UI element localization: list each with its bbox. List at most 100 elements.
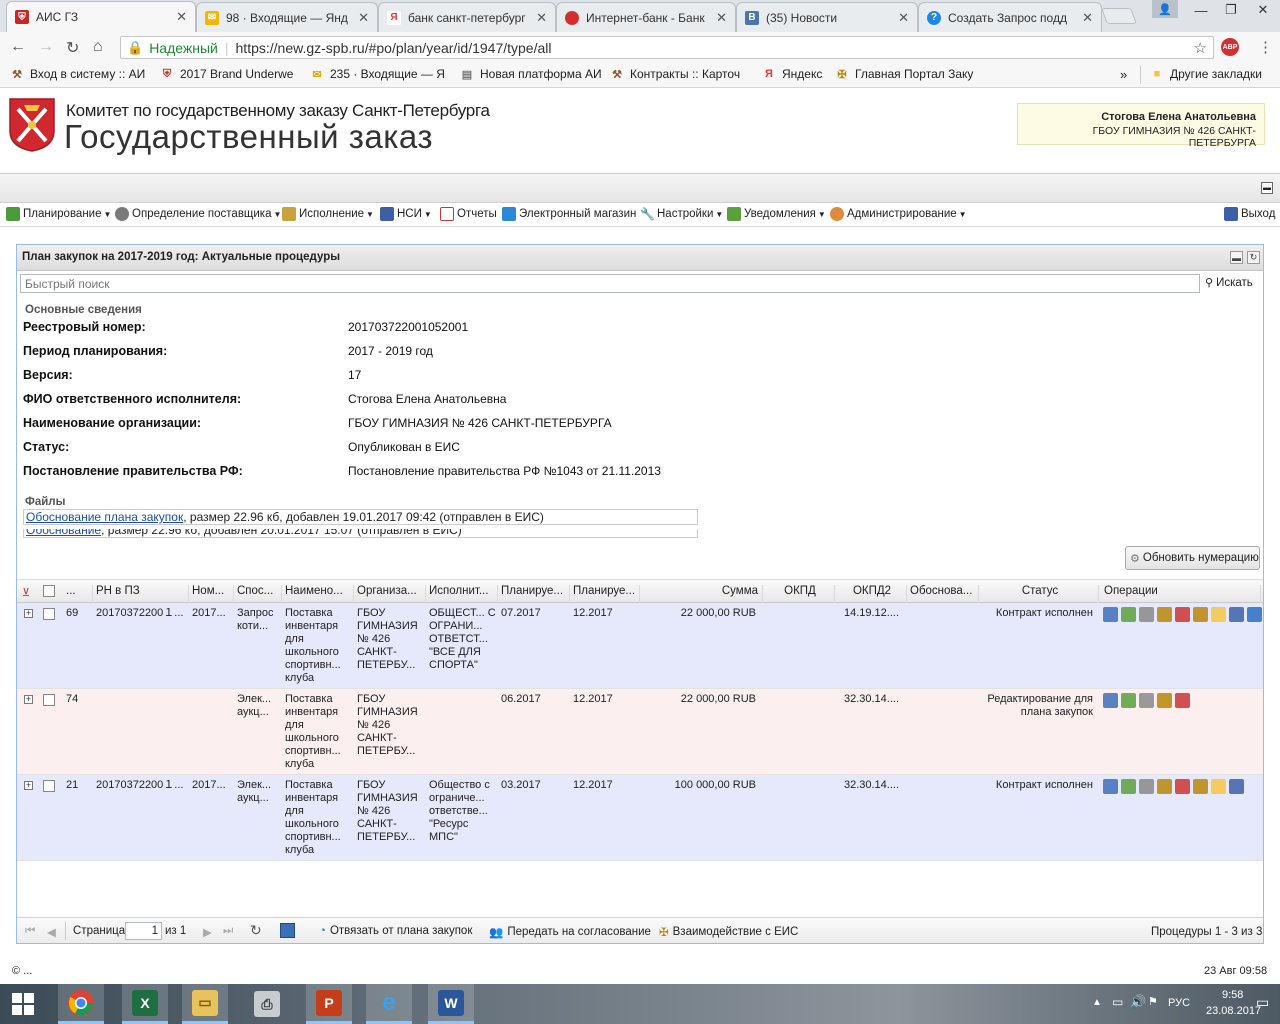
emblem-icon[interactable] xyxy=(1157,693,1172,708)
file-link[interactable]: Обоснование плана закупок xyxy=(26,510,183,524)
clock-date[interactable]: 23.08.2017 xyxy=(1206,1005,1261,1017)
taskbar-printer[interactable]: ⎙ xyxy=(244,984,290,1024)
emblem-icon[interactable] xyxy=(1157,607,1172,622)
select-all-checkbox[interactable] xyxy=(43,585,55,597)
menu-notifications[interactable]: Уведомления ▼ xyxy=(727,207,826,221)
menu-execution[interactable]: Исполнение ▼ xyxy=(282,207,374,221)
col-header[interactable]: Организа... xyxy=(354,585,426,603)
chart-icon[interactable] xyxy=(1103,779,1118,794)
expand-row-icon[interactable]: + xyxy=(24,781,33,790)
taskbar-ie[interactable]: e xyxy=(366,984,412,1024)
books-icon[interactable] xyxy=(1229,779,1244,794)
start-button[interactable] xyxy=(0,984,46,1024)
col-header[interactable]: Сумма xyxy=(640,585,763,603)
prev-page-icon[interactable]: ◀ xyxy=(47,925,56,939)
menu-planning[interactable]: Планирование ▼ xyxy=(6,207,111,221)
refresh-icon[interactable]: ↻ xyxy=(250,922,262,939)
tray-expand-icon[interactable]: ▲ xyxy=(1092,997,1102,1008)
close-tab-icon[interactable]: ✕ xyxy=(176,9,187,25)
row-checkbox[interactable] xyxy=(43,694,55,706)
browser-tab-internet-bank[interactable]: Интернет-банк - Банк ✕ xyxy=(556,2,736,32)
menu-e-shop[interactable]: Электронный магазин xyxy=(502,207,636,221)
home-icon[interactable]: ⌂ xyxy=(93,38,103,56)
doc-icon[interactable] xyxy=(1139,607,1154,622)
minimize-icon[interactable]: — xyxy=(1186,0,1216,20)
filter-clear-icon[interactable]: ⊻ xyxy=(22,586,30,599)
notifications-icon[interactable]: ▭ xyxy=(1256,994,1269,1011)
close-window-icon[interactable]: ✕ xyxy=(1248,0,1278,20)
ledger-icon[interactable] xyxy=(1193,779,1208,794)
other-bookmarks-folder[interactable]: ■ Другие закладки xyxy=(1150,67,1262,81)
omnibox[interactable]: 🔒 Надежный | https://new.gz-spb.ru/#po/p… xyxy=(120,36,1214,59)
menu-admin[interactable]: Администрирование ▼ xyxy=(830,207,967,221)
taskbar-explorer[interactable]: ▭ xyxy=(182,984,228,1024)
col-header[interactable]: Ном... xyxy=(189,585,234,603)
first-page-icon[interactable]: ⏮ xyxy=(25,925,35,938)
col-header[interactable]: Операции xyxy=(1099,585,1261,603)
report-icon[interactable] xyxy=(1175,693,1190,708)
gears-icon[interactable] xyxy=(1121,607,1136,622)
renumber-button[interactable]: ⚙ Обновить нумерацию xyxy=(1125,546,1260,570)
close-tab-icon[interactable]: ✕ xyxy=(1082,10,1093,26)
url-text[interactable]: https://new.gz-spb.ru/#po/plan/year/id/1… xyxy=(236,40,552,56)
menu-kebab-icon[interactable]: ⋮ xyxy=(1258,38,1273,56)
profile-icon[interactable]: 👤 xyxy=(1152,0,1178,18)
close-tab-icon[interactable]: ✕ xyxy=(716,10,727,26)
col-header[interactable]: Обоснова... xyxy=(907,585,979,603)
col-header[interactable]: ... xyxy=(63,585,93,603)
menu-reports[interactable]: Отчеты xyxy=(440,207,497,221)
search-button[interactable]: ⚲ Искать xyxy=(1205,276,1253,290)
file-link[interactable]: Обоснование xyxy=(26,529,101,537)
browser-tab-bank-search[interactable]: Я банк санкт-петербург ✕ xyxy=(378,2,556,32)
ledger-icon[interactable] xyxy=(1193,607,1208,622)
taskbar-excel[interactable]: X xyxy=(122,984,168,1024)
eis-button[interactable]: ✠ Взаимодействие с ЕИС xyxy=(659,925,798,939)
taskbar-chrome[interactable] xyxy=(58,984,104,1024)
chart-icon[interactable] xyxy=(1103,693,1118,708)
report-icon[interactable] xyxy=(1175,779,1190,794)
col-header[interactable]: ОКПД2 xyxy=(835,585,907,603)
col-header[interactable]: ОКПД xyxy=(763,585,835,603)
row-checkbox[interactable] xyxy=(43,780,55,792)
bookmark-item[interactable]: ▤ Новая платформа АИ xyxy=(460,67,602,81)
note-icon[interactable] xyxy=(1211,607,1226,622)
exit-button[interactable]: Выход xyxy=(1224,207,1275,221)
col-header[interactable]: РН в ПЗ xyxy=(93,585,189,603)
restore-icon[interactable]: ❐ xyxy=(1216,0,1246,20)
network-icon[interactable]: ▭ xyxy=(1112,995,1123,1009)
page-number-input[interactable]: 1 xyxy=(125,922,162,940)
doc-icon[interactable] xyxy=(1139,693,1154,708)
col-header[interactable]: Исполнит... xyxy=(426,585,498,603)
back-icon[interactable]: ← xyxy=(10,38,26,56)
table-row[interactable]: +74 Элек... аукц... Поставка инвентаря для… xyxy=(17,689,1263,775)
bookmark-item[interactable]: ⛨ 2017 Brand Underwe xyxy=(160,67,294,81)
close-tab-icon[interactable]: ✕ xyxy=(358,10,369,26)
last-page-icon[interactable]: ⏭ xyxy=(223,925,233,938)
more-bookmarks-button[interactable]: » xyxy=(1120,67,1127,82)
menu-supplier[interactable]: Определение поставщика ▼ xyxy=(115,207,281,221)
new-tab-button[interactable] xyxy=(1101,8,1137,24)
bookmark-item[interactable]: ⚒ Контракты :: Карточ xyxy=(610,67,740,81)
close-tab-icon[interactable]: ✕ xyxy=(898,10,909,26)
send-approval-button[interactable]: 👥 Передать на согласование xyxy=(489,925,651,939)
taskbar-word[interactable]: W xyxy=(428,984,474,1024)
col-header[interactable]: Спос... xyxy=(234,585,282,603)
collapse-header-icon[interactable]: ▬ xyxy=(1261,182,1273,194)
forward-icon[interactable]: → xyxy=(38,38,54,56)
gears-icon[interactable] xyxy=(1121,693,1136,708)
browser-tab-mail[interactable]: ✉ 98 · Входящие — Янд ✕ xyxy=(196,2,378,32)
gears-icon[interactable] xyxy=(1121,779,1136,794)
adblock-icon[interactable]: ABP xyxy=(1221,38,1239,56)
menu-nsi[interactable]: НСИ ▼ xyxy=(380,207,432,221)
browser-tab-vk[interactable]: В (35) Новости ✕ xyxy=(736,2,918,32)
clock-time[interactable]: 9:58 xyxy=(1222,989,1243,1001)
doc-icon[interactable] xyxy=(1139,779,1154,794)
bookmark-item[interactable]: ✠ Главная Портал Заку xyxy=(835,67,973,81)
next-page-icon[interactable]: ▶ xyxy=(203,925,212,939)
emblem-icon[interactable] xyxy=(1157,779,1172,794)
save-icon[interactable] xyxy=(280,923,295,938)
bookmark-item[interactable]: ⚒ Вход в систему :: АИ xyxy=(10,67,145,81)
flag-icon[interactable]: ⚑ xyxy=(1148,995,1158,1008)
expand-row-icon[interactable]: + xyxy=(24,695,33,704)
table-row[interactable]: +69 20170372200１... 2017... Запрос коти... П… xyxy=(17,603,1263,689)
